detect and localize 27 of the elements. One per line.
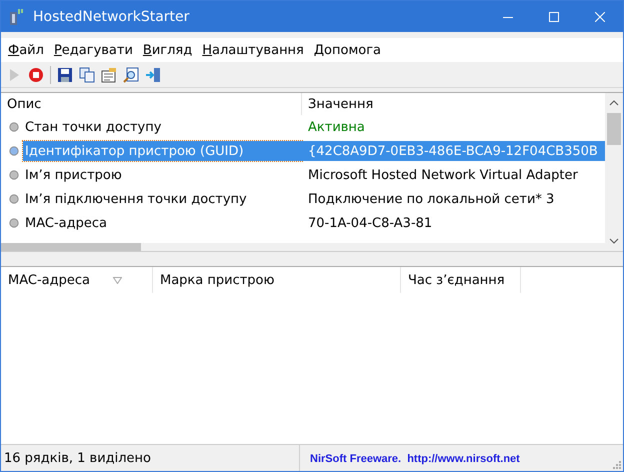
property-value: Microsoft Hosted Network Virtual Adapter [307, 166, 579, 184]
property-name: MAC-адреса [24, 214, 108, 232]
property-name: Ім’я підключення точки доступу [24, 190, 248, 208]
status-text: 16 рядків, 1 виділено [1, 445, 300, 471]
property-name: Стан точки доступу [24, 118, 162, 136]
menu-item[interactable]: Допомога [308, 42, 386, 58]
property-value: {42C8A9D7-0EB3-486E-BCA9-12F04CB350B [302, 141, 605, 161]
property-row[interactable]: Стан точки доступу Активна [1, 115, 605, 139]
menu-item[interactable]: Налаштування [197, 42, 309, 58]
property-name: Ім’я пристрою [24, 166, 123, 184]
window-title: HostedNetworkStarter [33, 8, 190, 24]
column-header[interactable]: Значення [302, 93, 605, 115]
property-value: Активна [307, 118, 366, 136]
property-value: 70-1A-04-C8-A3-81 [307, 214, 434, 232]
property-row[interactable]: Ім’я підключення точки доступу Подключение по локальной сети* 3 [1, 187, 605, 211]
column-header[interactable]: Марка пристрою [153, 267, 401, 293]
menu-item[interactable]: Вигляд [138, 42, 198, 58]
website-link[interactable]: NirSoft Freeware. http://www.nirsoft.net [310, 452, 520, 464]
menu-item[interactable]: Редагувати [48, 42, 138, 58]
property-row[interactable]: Ім’я пристрою Microsoft Hosted Network Virtual Adapter [1, 163, 605, 187]
property-name: Ідентифікатор пристрою (GUID) [23, 141, 302, 161]
property-row[interactable]: MAC-адреса 70-1A-04-C8-A3-81 [1, 211, 605, 235]
column-header[interactable]: MAC-адреса [1, 267, 153, 293]
property-value: Подключение по локальной сети* 3 [307, 190, 556, 208]
column-header[interactable]: Час з’єднання [401, 267, 521, 293]
menu-item[interactable]: Файл [3, 42, 49, 58]
column-header[interactable]: Опис [1, 93, 302, 115]
